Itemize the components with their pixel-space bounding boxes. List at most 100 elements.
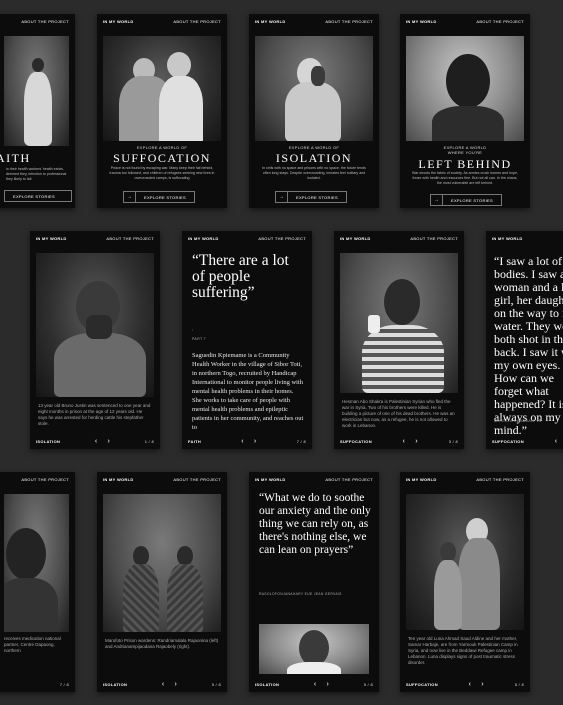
page-indicator: 5 / 8 [514, 681, 524, 687]
about-project-link[interactable]: ABOUT THE PROJECT [476, 19, 524, 24]
card-header: IN MY WORLD ABOUT THE PROJECT [400, 14, 530, 28]
story-card-quote-faith[interactable]: IN MY WORLD ABOUT THE PROJECT “There are … [182, 231, 312, 449]
card-header: ABOUT THE PROJECT [0, 14, 75, 28]
about-project-link[interactable]: ABOUT THE PROJECT [21, 19, 69, 24]
chevron-right-icon[interactable]: › [174, 681, 177, 688]
quote-text: “What we do to soothe our anxiety and th… [259, 492, 371, 556]
story-card-isolation-intro[interactable]: IN MY WORLD ABOUT THE PROJECT EXPLORE A W… [249, 14, 379, 208]
about-project-link[interactable]: ABOUT THE PROJECT [476, 477, 524, 482]
portrait-photo [259, 624, 369, 674]
brand-logo[interactable]: IN MY WORLD [406, 19, 437, 24]
brand-logo[interactable]: IN MY WORLD [406, 477, 437, 482]
card-footer: SUFFOCATION ‹ › 3 / 8 [334, 433, 464, 449]
about-project-link[interactable]: ABOUT THE PROJECT [106, 236, 154, 241]
chevron-right-icon[interactable]: › [107, 438, 110, 445]
story-body: Saguedin Kpiemame is a Community Health … [192, 352, 304, 431]
card-header: IN MY WORLD ABOUT THE PROJECT [334, 231, 464, 245]
section-label: SUFFOCATION [492, 438, 524, 444]
portrait-photo [36, 253, 154, 397]
explore-stories-button[interactable]: → EXPLORE STORIES [123, 191, 195, 203]
quote-attribution: MUSTAFA RAMADAN, 15 [494, 419, 542, 423]
world-description: in their health workers' health exists, … [6, 167, 67, 181]
quote-mark: “ [192, 329, 194, 333]
page-indicator: 7 / 8 [59, 681, 69, 687]
world-title: LEFT BEHIND [418, 157, 512, 171]
world-description: In cells with no space and prisons with … [262, 166, 366, 180]
portrait-photo [255, 36, 373, 141]
arrow-right-icon: → [431, 195, 443, 205]
card-footer: ISOLATION ‹ › 5 / 8 [249, 676, 379, 692]
card-footer: 7 / 8 [0, 676, 75, 692]
about-project-link[interactable]: ABOUT THE PROJECT [325, 19, 373, 24]
chevron-left-icon[interactable]: ‹ [314, 681, 317, 688]
about-project-link[interactable]: ABOUT THE PROJECT [325, 477, 373, 482]
quote-text: “There are a lot of people suffering” [192, 252, 289, 301]
brand-logo[interactable]: IN MY WORLD [492, 236, 523, 241]
story-card-bruno[interactable]: IN MY WORLD ABOUT THE PROJECT 13 year old… [30, 231, 160, 449]
portrait-photo [406, 36, 524, 141]
story-card-hesman[interactable]: IN MY WORLD ABOUT THE PROJECT Hesman Abo … [334, 231, 464, 449]
quote-text: “I saw a lot of bodies. I saw a woman an… [494, 254, 563, 437]
chevron-left-icon[interactable]: ‹ [555, 438, 558, 445]
portrait-photo [103, 494, 221, 632]
chevron-left-icon[interactable]: ‹ [403, 438, 406, 445]
story-card-suffocation-intro[interactable]: IN MY WORLD ABOUT THE PROJECT EXPLORE A W… [97, 14, 227, 208]
chevron-left-icon[interactable]: ‹ [469, 681, 472, 688]
chevron-right-icon[interactable]: › [254, 438, 257, 445]
chevron-right-icon[interactable]: › [326, 681, 329, 688]
arrow-right-icon: → [276, 192, 288, 202]
explore-stories-button[interactable]: → EXPLORE STORIES [430, 194, 502, 206]
portrait-photo [103, 36, 221, 141]
brand-logo[interactable]: IN MY WORLD [255, 19, 286, 24]
photo-caption: Ten year old Luna Ahmad Saud Aldine and … [408, 636, 518, 665]
brand-logo[interactable]: IN MY WORLD [340, 236, 371, 241]
story-card-left-behind-intro[interactable]: IN MY WORLD ABOUT THE PROJECT EXPLORE A W… [400, 14, 530, 208]
story-card-quote-mustafa[interactable]: IN MY WORLD “I saw a lot of bodies. I sa… [486, 231, 563, 449]
chevron-right-icon[interactable]: › [481, 681, 484, 688]
world-kicker: EXPLORE A WORLD OF [136, 145, 188, 150]
card-header: IN MY WORLD ABOUT THE PROJECT [249, 14, 379, 28]
story-card-luna[interactable]: IN MY WORLD ABOUT THE PROJECT Ten year ol… [400, 472, 530, 692]
story-card-wardens[interactable]: IN MY WORLD ABOUT THE PROJECT Marofoto Pr… [97, 472, 227, 692]
about-project-link[interactable]: ABOUT THE PROJECT [410, 236, 458, 241]
brand-logo[interactable]: IN MY WORLD [103, 19, 134, 24]
world-description: Peace is not found by escaping war. Many… [109, 166, 215, 180]
world-title: ISOLATION [275, 151, 353, 165]
story-card-faith-intro[interactable]: ABOUT THE PROJECT AITH in their health w… [0, 14, 75, 208]
chevron-left-icon[interactable]: ‹ [162, 681, 165, 688]
about-project-link[interactable]: ABOUT THE PROJECT [173, 19, 221, 24]
page-indicator: 1 / 8 [144, 438, 155, 444]
explore-stories-button[interactable]: EXPLORE STORIES [4, 190, 72, 202]
about-project-link[interactable]: ABOUT THE PROJECT [21, 477, 69, 482]
section-label: ISOLATION [255, 681, 280, 687]
portrait-photo [4, 494, 69, 632]
brand-logo[interactable]: IN MY WORLD [255, 477, 286, 482]
brand-logo[interactable]: IN MY WORLD [188, 236, 219, 241]
portrait-photo [4, 36, 69, 146]
chevron-left-icon[interactable]: ‹ [241, 438, 244, 445]
about-project-link[interactable]: ABOUT THE PROJECT [173, 477, 221, 482]
world-kicker: EXPLORE A WORLD OF [288, 145, 340, 150]
arrow-right-icon: → [124, 192, 136, 202]
photo-caption: 13 year old Bruno Justin was sentenced t… [38, 403, 151, 426]
explore-stories-button[interactable]: → EXPLORE STORIES [275, 191, 347, 203]
story-card-medication[interactable]: ABOUT THE PROJECT receives medication na… [0, 472, 75, 692]
page-indicator: 3 / 8 [448, 438, 458, 444]
about-project-link[interactable]: ABOUT THE PROJECT [258, 236, 306, 241]
card-footer: SUFFOCATION ‹ › 5 / 8 [400, 676, 530, 692]
part-label: PART 7 [192, 337, 206, 341]
portrait-photo [406, 494, 524, 630]
card-footer: ISOLATION ‹ › 1 / 8 [30, 433, 160, 449]
world-title: AITH [0, 151, 31, 165]
section-label: ISOLATION [103, 681, 128, 687]
chevron-right-icon[interactable]: › [415, 438, 418, 445]
card-footer: SUFFOCATION ‹› [486, 433, 563, 449]
card-header: IN MY WORLD ABOUT THE PROJECT [400, 472, 530, 486]
brand-logo[interactable]: IN MY WORLD [103, 477, 134, 482]
brand-logo[interactable]: IN MY WORLD [36, 236, 67, 241]
chevron-left-icon[interactable]: ‹ [95, 438, 98, 445]
card-header: IN MY WORLD ABOUT THE PROJECT [97, 14, 227, 28]
page-indicator: 7 / 8 [296, 438, 307, 444]
section-label: SUFFOCATION [340, 438, 372, 444]
story-card-quote-prayers[interactable]: IN MY WORLD ABOUT THE PROJECT “What we do… [249, 472, 379, 692]
